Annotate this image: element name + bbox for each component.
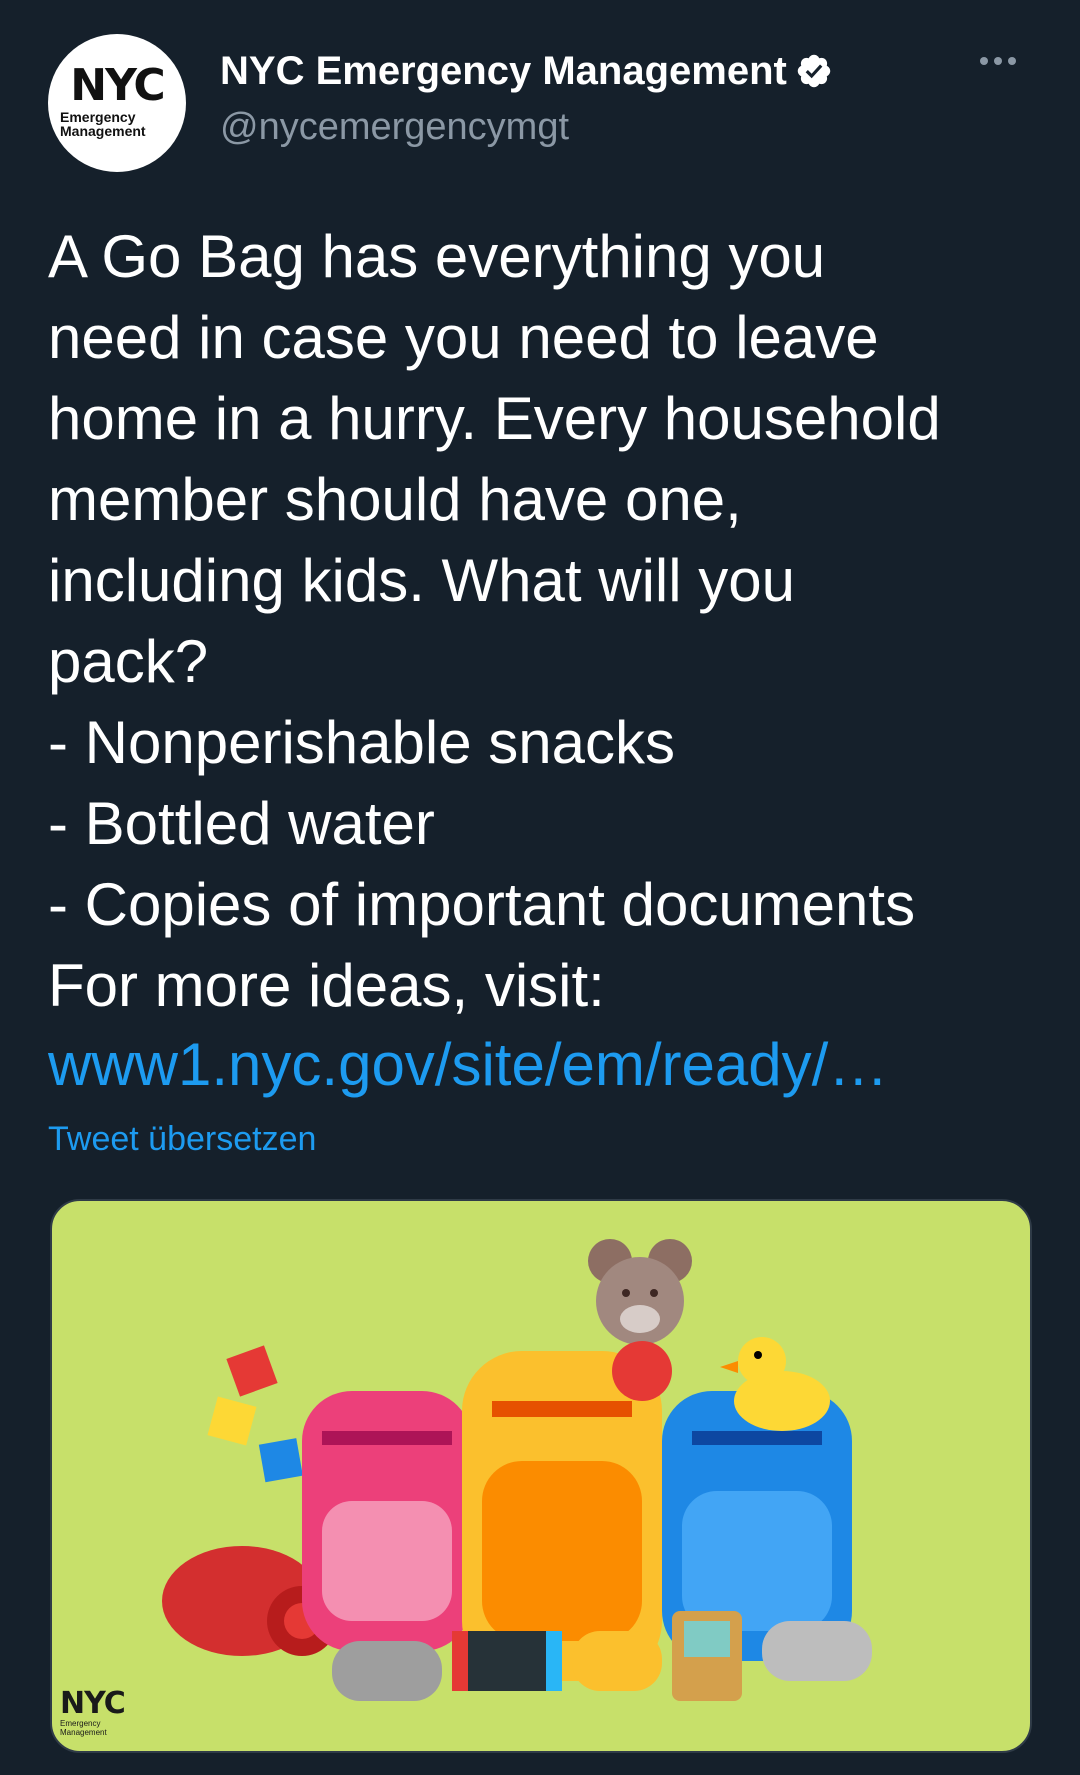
handle[interactable]: @nycemergencymgt [220,106,569,149]
more-horizontal-icon[interactable] [980,52,1026,82]
tweet-link[interactable]: www1.nyc.gov/site/em/ready/… [48,1030,888,1099]
avatar-subtitle: Emergency Management [60,109,146,139]
translate-tweet-link[interactable]: Tweet übersetzen [48,1120,316,1159]
media-nyc-logo: NYC Emergency Management [60,1686,126,1738]
tweet-header: NYC Emergency Management NYC Emergency M… [48,34,1032,174]
avatar-logo: NYC [70,60,165,111]
tweet-text: A Go Bag has everything you need in case… [48,223,941,1019]
tweet-media-image[interactable]: NYC Emergency Management [50,1199,1032,1753]
name-row: NYC Emergency Management [220,48,833,94]
avatar[interactable]: NYC Emergency Management [48,34,186,172]
verified-badge-icon [797,54,831,88]
display-name[interactable]: NYC Emergency Management [220,49,787,94]
backpacks-illustration [162,1239,872,1701]
